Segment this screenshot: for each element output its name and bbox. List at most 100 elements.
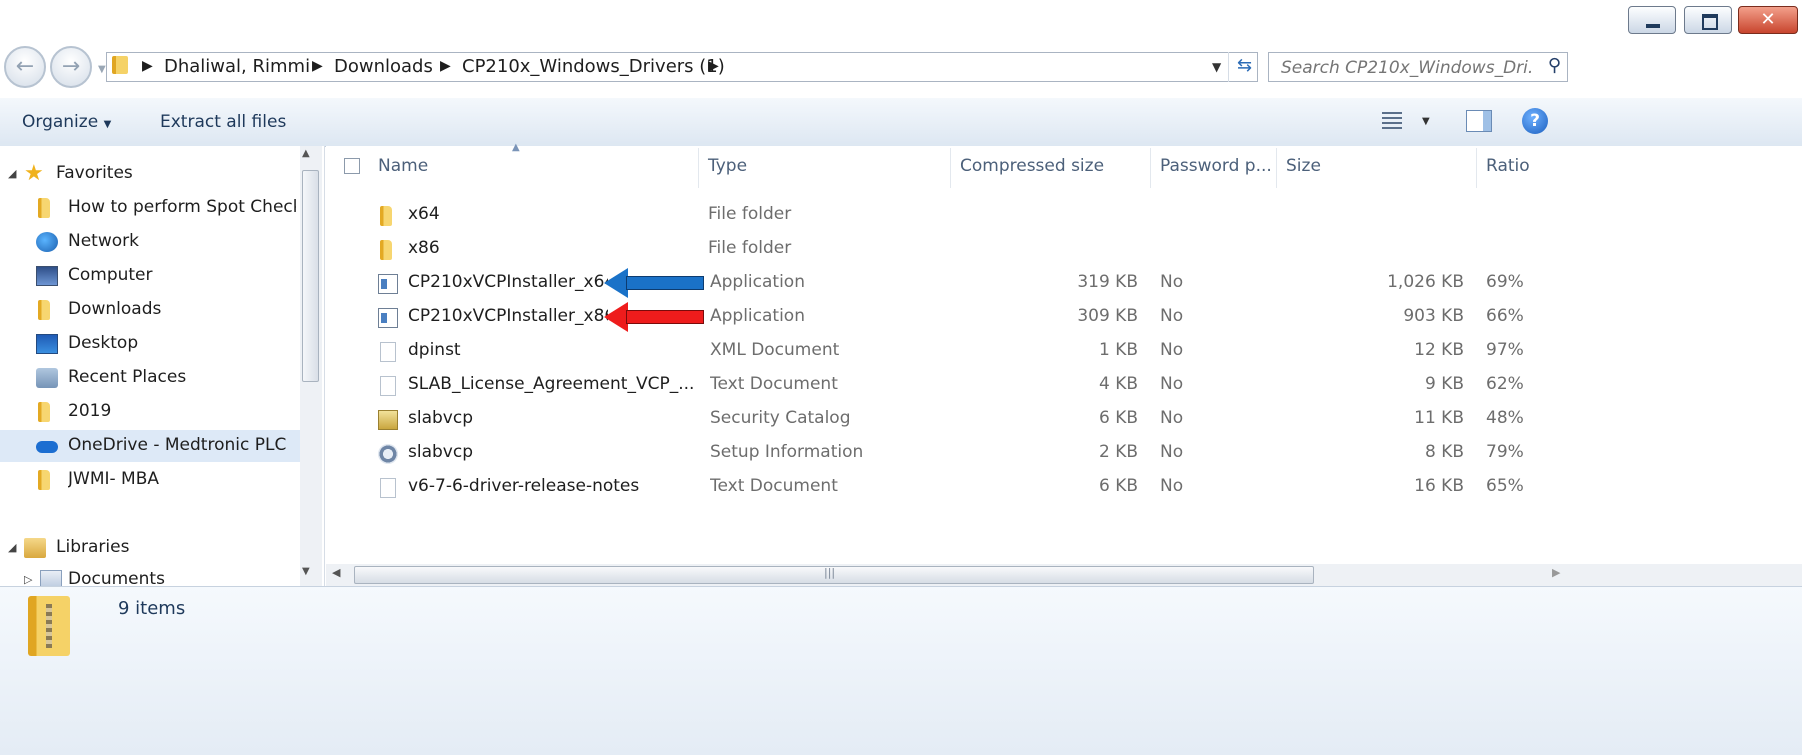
column-name[interactable]: Name (378, 156, 428, 176)
file-compressed-size: 2 KB (1098, 442, 1138, 462)
expand-arrow-icon[interactable]: ◢ (8, 167, 16, 180)
maximize-button[interactable] (1684, 6, 1732, 34)
column-size[interactable]: Size (1286, 156, 1321, 176)
nav-item-jwmi-mba[interactable]: JWMI- MBA (0, 464, 300, 496)
nav-item-label: JWMI- MBA (68, 469, 160, 489)
refresh-button[interactable]: ⇆ (1228, 52, 1260, 82)
file-password-protected: No (1160, 340, 1184, 360)
address-dropdown-icon[interactable]: ▼ (1212, 60, 1221, 74)
nav-item-label: Desktop (68, 333, 139, 353)
file-row[interactable]: slabvcp Security Catalog 6 KB No 11 KB 4… (326, 402, 1776, 436)
breadcrumb-separator-icon[interactable]: ▶ (312, 58, 323, 74)
file-compressed-size: 6 KB (1098, 408, 1138, 428)
file-size: 903 KB (1403, 306, 1464, 326)
breadcrumb-user[interactable]: Dhaliwal, Rimmi (164, 56, 310, 77)
breadcrumb-current-folder[interactable]: CP210x_Windows_Drivers (1) (462, 56, 725, 77)
file-row[interactable]: x86 File folder (326, 232, 1776, 266)
file-compressed-size: 319 KB (1077, 272, 1138, 292)
scroll-up-icon[interactable]: ▲ (302, 148, 310, 159)
column-divider[interactable] (950, 148, 951, 188)
nav-item-computer[interactable]: Computer (0, 260, 300, 292)
blue-arrow-annotation-head (604, 268, 628, 298)
folder-icon (38, 402, 50, 422)
file-row[interactable]: dpinst XML Document 1 KB No 12 KB 97% (326, 334, 1776, 368)
column-ratio[interactable]: Ratio (1486, 156, 1530, 176)
file-name: CP210xVCPInstaller_x64 (408, 272, 608, 292)
file-name: x64 (408, 204, 440, 224)
column-divider[interactable] (698, 148, 699, 188)
nav-favorites-label: Favorites (56, 163, 133, 183)
collapse-arrow-icon[interactable]: ▷ (24, 573, 32, 586)
column-type[interactable]: Type (708, 156, 747, 176)
onedrive-cloud-icon (36, 441, 58, 453)
back-arrow-icon: ← (15, 54, 35, 79)
minimize-button[interactable] (1628, 6, 1676, 34)
application-icon (378, 308, 398, 328)
breadcrumb-separator-icon[interactable]: ▶ (440, 58, 451, 74)
column-divider[interactable] (1150, 148, 1151, 188)
column-password[interactable]: Password p... (1160, 156, 1272, 176)
help-icon[interactable]: ? (1522, 108, 1548, 134)
nav-item-desktop[interactable]: Desktop (0, 328, 300, 360)
column-divider[interactable] (1276, 148, 1277, 188)
file-type: Setup Information (710, 442, 864, 462)
nav-item-onedrive[interactable]: OneDrive - Medtronic PLC (0, 430, 300, 462)
document-icon (380, 342, 396, 362)
select-all-checkbox[interactable] (344, 158, 360, 174)
scroll-left-icon[interactable]: ◀ (332, 566, 340, 579)
search-icon[interactable]: ⚲ (1548, 55, 1561, 76)
recent-places-icon (36, 368, 58, 388)
file-row[interactable]: CP210xVCPInstaller_x64 Application 319 K… (326, 266, 1776, 300)
text-document-icon (380, 478, 396, 498)
file-name: SLAB_License_Agreement_VCP_... (408, 374, 695, 394)
file-size: 1,026 KB (1387, 272, 1464, 292)
file-row[interactable]: v6-7-6-driver-release-notes Text Documen… (326, 470, 1776, 504)
back-button[interactable]: ← (4, 46, 46, 88)
recent-pages-dropdown-icon[interactable]: ▼ (98, 64, 106, 75)
column-compressed-size[interactable]: Compressed size (960, 156, 1104, 176)
refresh-icon: ⇆ (1236, 55, 1253, 76)
views-icon[interactable] (1378, 110, 1406, 132)
search-box[interactable]: ⚲ (1268, 52, 1568, 82)
file-row[interactable]: slabvcp Setup Information 2 KB No 8 KB 7… (326, 436, 1776, 470)
nav-favorites[interactable]: ◢ ★ Favorites (0, 158, 300, 190)
nav-libraries[interactable]: ◢ Libraries (0, 532, 300, 564)
star-icon: ★ (24, 161, 44, 186)
file-password-protected: No (1160, 476, 1184, 496)
file-name: slabvcp (408, 408, 473, 428)
nav-item-recent-places[interactable]: Recent Places (0, 362, 300, 394)
nav-scrollbar-thumb[interactable] (302, 170, 319, 382)
expand-arrow-icon[interactable]: ◢ (8, 541, 16, 554)
file-row[interactable]: SLAB_License_Agreement_VCP_... Text Docu… (326, 368, 1776, 402)
views-dropdown-icon[interactable]: ▼ (1422, 116, 1430, 127)
libraries-icon (24, 538, 46, 558)
breadcrumb-downloads[interactable]: Downloads (334, 56, 433, 77)
scrollbar-grip-icon: ||| (824, 566, 836, 579)
nav-item-spot-check[interactable]: How to perform Spot Check (0, 192, 300, 224)
nav-item-2019[interactable]: 2019 (0, 396, 300, 428)
file-row[interactable]: CP210xVCPInstaller_x86 Application 309 K… (326, 300, 1776, 334)
close-button[interactable]: ✕ (1738, 6, 1798, 34)
file-size: 16 KB (1414, 476, 1464, 496)
search-input[interactable] (1279, 57, 1533, 79)
organize-button[interactable]: Organize ▼ (22, 112, 111, 132)
file-password-protected: No (1160, 374, 1184, 394)
zip-folder-icon (28, 596, 70, 656)
column-divider[interactable] (1476, 148, 1477, 188)
nav-documents[interactable]: ▷ Documents (0, 564, 300, 586)
forward-button[interactable]: → (50, 46, 92, 88)
network-icon (36, 232, 58, 252)
scroll-right-icon[interactable]: ▶ (1552, 566, 1560, 579)
nav-item-network[interactable]: Network (0, 226, 300, 258)
file-type: XML Document (710, 340, 840, 360)
file-ratio: 79% (1486, 442, 1524, 462)
scroll-down-icon[interactable]: ▼ (302, 566, 310, 577)
file-row[interactable]: x64 File folder (326, 198, 1776, 232)
preview-pane-icon[interactable] (1466, 110, 1492, 132)
breadcrumb-separator-icon[interactable]: ▶ (142, 58, 153, 74)
breadcrumb-separator-icon[interactable]: ▶ (708, 58, 719, 74)
extract-all-files-button[interactable]: Extract all files (160, 112, 286, 132)
file-type: Text Document (710, 476, 838, 496)
nav-documents-label: Documents (68, 569, 165, 586)
nav-item-downloads[interactable]: Downloads (0, 294, 300, 326)
